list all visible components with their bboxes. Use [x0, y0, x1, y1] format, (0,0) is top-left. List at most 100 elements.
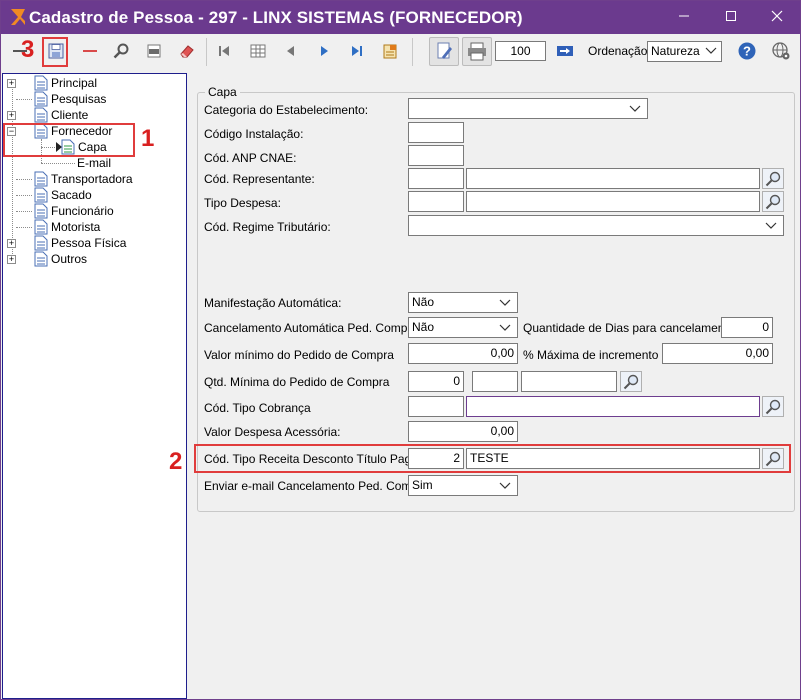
ordenacao-select[interactable]: Natureza — [647, 41, 722, 62]
report-button[interactable] — [377, 38, 403, 64]
title-bar: Cadastro de Pessoa - 297 - LINX SISTEMAS… — [1, 1, 800, 34]
chevron-down-icon — [499, 482, 511, 489]
tipo-cobranca-lookup-button[interactable] — [762, 396, 784, 417]
qtd-minima-field[interactable]: 0 — [408, 371, 464, 392]
clear-button[interactable] — [174, 38, 200, 64]
globe-gear-icon — [772, 42, 790, 60]
regime-select[interactable] — [408, 215, 784, 236]
tipo-cobranca-code-field[interactable] — [408, 396, 464, 417]
qtd-minima-extra-field[interactable] — [472, 371, 518, 392]
annotation-number-3: 3 — [21, 36, 35, 63]
print-button[interactable] — [462, 37, 492, 66]
expand-icon[interactable]: + — [7, 111, 16, 120]
apply-zoom-button[interactable] — [552, 38, 578, 64]
tree-item-cliente[interactable]: + Cliente — [7, 107, 157, 123]
manifestacao-value: Não — [412, 295, 435, 309]
expand-icon[interactable]: + — [7, 79, 16, 88]
magnifier-icon — [113, 43, 129, 59]
tree-item-transportadora[interactable]: Transportadora — [7, 171, 157, 187]
document-icon — [34, 187, 48, 203]
close-button[interactable] — [754, 1, 800, 34]
toolbar-separator — [412, 38, 413, 66]
chevron-down-icon — [499, 299, 511, 306]
annotation-number-1: 1 — [141, 125, 155, 152]
export-txt-button[interactable] — [141, 38, 167, 64]
cancelamento-label: Cancelamento Automática Ped. Compra: — [204, 321, 422, 335]
regime-label: Cód. Regime Tributário: — [204, 220, 331, 234]
grid-icon — [250, 44, 266, 58]
document-icon — [34, 75, 48, 91]
delete-button[interactable] — [77, 38, 103, 64]
manifestacao-select[interactable]: Não — [408, 292, 518, 313]
cancelamento-select[interactable]: Não — [408, 317, 518, 338]
email-cancel-select[interactable]: Sim — [408, 475, 518, 496]
minimize-icon — [679, 15, 689, 17]
document-icon — [34, 251, 48, 267]
anp-field[interactable] — [408, 145, 464, 166]
valor-minimo-label: Valor mínimo do Pedido de Compra — [204, 348, 394, 362]
first-record-button[interactable] — [211, 38, 237, 64]
qtd-minima-lookup-button[interactable] — [620, 371, 642, 392]
email-cancel-label: Enviar e-mail Cancelamento Ped. Compra: — [204, 479, 433, 493]
last-record-button[interactable] — [344, 38, 370, 64]
minimize-button[interactable] — [661, 1, 707, 34]
categoria-select[interactable] — [408, 98, 648, 119]
tree-item-sacado[interactable]: Sacado — [7, 187, 157, 203]
valor-minimo-field[interactable]: 0,00 — [408, 343, 518, 364]
help-button[interactable]: ? — [734, 38, 760, 64]
tree-item-outros[interactable]: + Outros — [7, 251, 157, 267]
tree-item-funcionario[interactable]: Funcionário — [7, 203, 157, 219]
pct-maxima-label: % Máxima de incremento — [523, 348, 659, 362]
chevron-down-icon — [765, 222, 777, 229]
representante-label: Cód. Representante: — [204, 172, 315, 186]
tree-item-pesquisas[interactable]: Pesquisas — [7, 91, 157, 107]
annotation-box-3 — [42, 37, 68, 67]
tree-item-label: Motorista — [51, 220, 101, 234]
tipo-despesa-code-field[interactable] — [408, 191, 464, 212]
linx-logo-icon — [11, 9, 25, 25]
globe-settings-button[interactable] — [768, 38, 794, 64]
previous-record-button[interactable] — [278, 38, 304, 64]
manifestacao-label: Manifestação Automática: — [204, 296, 342, 310]
maximize-icon — [726, 11, 736, 21]
representante-code-field[interactable] — [408, 168, 464, 189]
despesa-acessoria-field[interactable]: 0,00 — [408, 421, 518, 442]
codigo-instalacao-label: Código Instalação: — [204, 127, 304, 141]
document-icon — [34, 107, 48, 123]
next-record-button[interactable] — [311, 38, 337, 64]
maximize-button[interactable] — [708, 1, 754, 34]
tree-item-label: Sacado — [51, 188, 92, 202]
tree-item-label: Principal — [51, 76, 98, 90]
expand-icon[interactable]: + — [7, 239, 16, 248]
pct-maxima-field[interactable]: 0,00 — [662, 343, 773, 364]
qtd-dias-field[interactable]: 0 — [721, 317, 773, 338]
email-cancel-value: Sim — [412, 478, 433, 492]
tipo-despesa-lookup-button[interactable] — [762, 191, 784, 212]
annotation-box-2 — [194, 444, 791, 473]
lookup-magnifier-icon — [765, 194, 781, 209]
qtd-dias-label: Quantidade de Dias para cancelamento: — [523, 321, 738, 335]
tipo-despesa-label: Tipo Despesa: — [204, 196, 281, 210]
qtd-minima-desc-field — [521, 371, 617, 392]
eraser-icon — [180, 45, 194, 58]
tipo-despesa-desc-field — [466, 191, 760, 212]
representante-lookup-button[interactable] — [762, 168, 784, 189]
lookup-magnifier-icon — [765, 171, 781, 186]
arrow-right-box-icon — [557, 46, 573, 56]
edit-mode-button[interactable] — [429, 37, 459, 66]
document-icon — [34, 235, 48, 251]
tree-line — [41, 163, 75, 164]
tree-item-pessoa-fisica[interactable]: + Pessoa Física — [7, 235, 157, 251]
grid-view-button[interactable] — [245, 38, 271, 64]
codigo-instalacao-field[interactable] — [408, 122, 464, 143]
tipo-cobranca-label: Cód. Tipo Cobrança — [204, 401, 311, 415]
tree-item-principal[interactable]: + Principal — [7, 75, 157, 91]
expand-icon[interactable]: + — [7, 255, 16, 264]
zoom-input[interactable]: 100 — [495, 41, 546, 61]
previous-icon — [287, 46, 294, 56]
search-button[interactable] — [108, 38, 134, 64]
tree-item-motorista[interactable]: Motorista — [7, 219, 157, 235]
tree-item-label: E-mail — [77, 156, 112, 170]
tree-item-email[interactable]: E-mail — [77, 155, 147, 171]
last-icon — [352, 46, 362, 56]
